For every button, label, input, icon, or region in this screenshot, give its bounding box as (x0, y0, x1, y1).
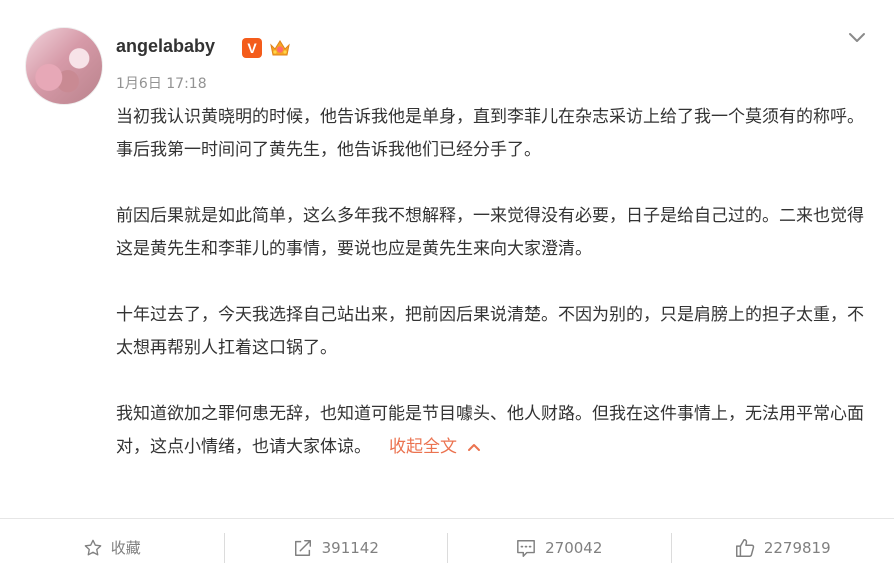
avatar[interactable] (25, 27, 103, 105)
post-paragraph: 当初我认识黄晓明的时候，他告诉我他是单身，直到李菲儿在杂志采访上给了我一个莫须有… (116, 107, 864, 160)
repost-button[interactable]: 391142 (223, 519, 448, 576)
collapse-text-link[interactable]: 收起全文 (389, 437, 481, 457)
repost-count: 391142 (321, 538, 379, 557)
post-paragraph: 十年过去了，今天我选择自己站出来，把前因后果说清楚。不因为别的，只是肩膀上的担子… (116, 305, 864, 358)
comment-count: 270042 (545, 538, 603, 557)
post-paragraph-text: 我知道欲加之罪何患无辞，也知道可能是节目噱头、他人财路。但我在这件事情上，无法用… (116, 404, 864, 457)
post-paragraph: 前因后果就是如此简单，这么多年我不想解释，一来觉得没有必要，日子是给自己过的。二… (116, 206, 864, 259)
share-arrow-icon (294, 539, 311, 556)
chevron-up-icon (468, 444, 480, 451)
post-timestamp[interactable]: 1月6日 17:18 (116, 73, 207, 93)
crown-badge-icon[interactable] (268, 36, 292, 60)
comment-bubble-icon (517, 539, 536, 557)
collapse-label: 收起全文 (389, 437, 457, 457)
favorite-label: 收藏 (110, 539, 141, 557)
like-button[interactable]: 2279819 (670, 519, 894, 576)
username[interactable]: angelababy (116, 36, 215, 57)
post-content: 当初我认识黄晓明的时候，他告诉我他是单身，直到李菲儿在杂志采访上给了我一个莫须有… (116, 101, 866, 464)
favorite-button[interactable]: 收藏 (0, 519, 224, 576)
verified-badge-icon[interactable]: V (242, 38, 262, 58)
star-outline-icon (84, 539, 102, 555)
action-bar: 收藏 391142 270042 2279819 (0, 519, 894, 576)
like-count: 2279819 (763, 538, 831, 557)
chevron-down-icon[interactable] (846, 26, 868, 48)
comment-button[interactable]: 270042 (447, 519, 671, 576)
post-paragraph: 我知道欲加之罪何患无辞，也知道可能是节目噱头、他人财路。但我在这件事情上，无法用… (116, 398, 866, 464)
thumbs-up-icon (735, 538, 755, 557)
